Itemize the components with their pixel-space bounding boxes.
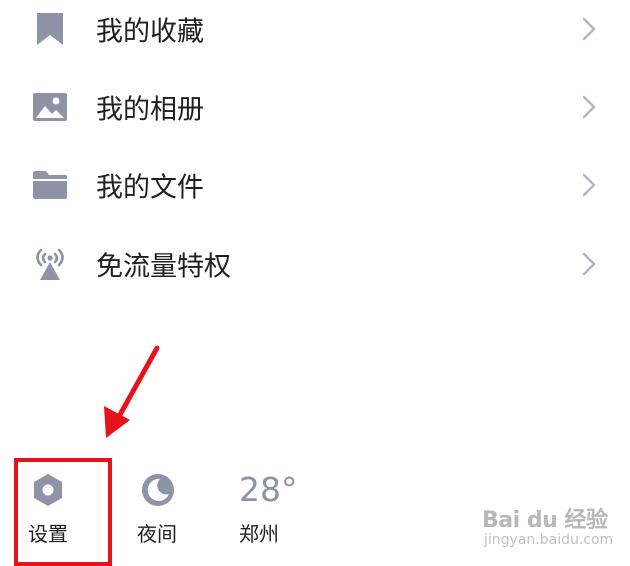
- menu-item-files[interactable]: 我的文件: [0, 146, 630, 224]
- menu-item-label: 我的相册: [96, 94, 204, 126]
- chevron-right-icon: [578, 16, 600, 42]
- bookmark-icon: [30, 9, 70, 49]
- temperature: 28°: [239, 470, 298, 509]
- watermark-text: Bai du 经验: [482, 508, 608, 533]
- highlight-box: [14, 458, 112, 566]
- chevron-right-icon: [578, 172, 600, 198]
- menu-item-free-data[interactable]: 免流量特权: [0, 225, 630, 303]
- city-name: 郑州: [239, 522, 279, 546]
- annotation-arrow: [100, 342, 170, 442]
- image-icon: [30, 87, 70, 127]
- chevron-right-icon: [578, 94, 600, 120]
- watermark-url: jingyan.baidu.com: [484, 532, 614, 548]
- menu-item-label: 我的收藏: [96, 16, 204, 48]
- night-mode-label: 夜间: [137, 522, 177, 546]
- menu-item-favorites[interactable]: 我的收藏: [0, 0, 630, 68]
- chevron-right-icon: [578, 251, 600, 277]
- signal-tower-icon: [30, 244, 70, 284]
- moon-icon: [140, 472, 176, 508]
- menu-item-album[interactable]: 我的相册: [0, 68, 630, 146]
- night-mode-button[interactable]: 夜间: [128, 460, 198, 560]
- menu-item-label: 我的文件: [96, 172, 204, 204]
- folder-icon: [30, 165, 70, 205]
- menu-item-label: 免流量特权: [96, 251, 231, 283]
